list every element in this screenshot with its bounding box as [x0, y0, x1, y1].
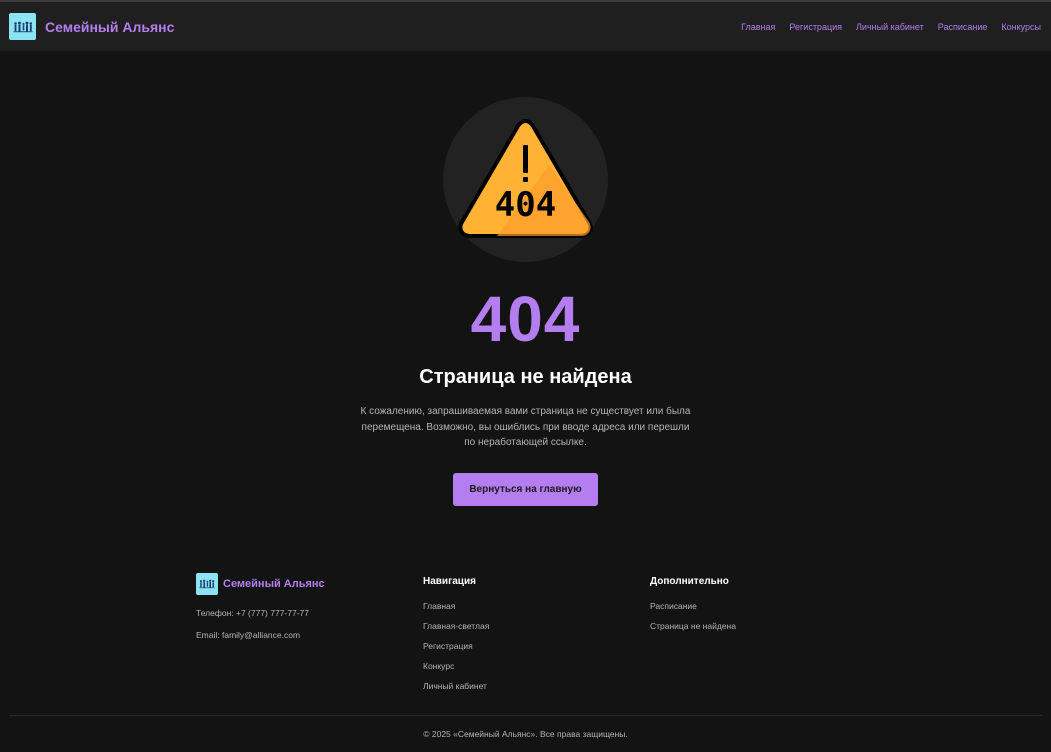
- footer-link-account[interactable]: Личный кабинет: [423, 681, 489, 701]
- brand-name[interactable]: Семейный Альянс: [45, 19, 174, 35]
- footer-extra-column: Дополнительно Расписание Страница не най…: [650, 576, 736, 641]
- footer-logo[interactable]: [196, 573, 218, 595]
- family-icon: [199, 579, 215, 589]
- footer-extra-title: Дополнительно: [650, 576, 729, 587]
- footer-phone: Телефон: +7 (777) 777-77-77: [196, 608, 309, 618]
- footer-divider: [9, 715, 1042, 716]
- footer-link-registration[interactable]: Регистрация: [423, 641, 489, 661]
- nav-link-schedule[interactable]: Расписание: [938, 22, 988, 32]
- main-nav: Главная Регистрация Личный кабинет Распи…: [741, 22, 1041, 32]
- footer-link-home[interactable]: Главная: [423, 601, 489, 621]
- logo[interactable]: [9, 13, 36, 40]
- copyright: © 2025 «Семейный Альянс». Все права защи…: [423, 729, 628, 739]
- footer-nav-title: Навигация: [423, 576, 476, 587]
- footer-link-schedule[interactable]: Расписание: [650, 601, 736, 621]
- error-description: К сожалению, запрашиваемая вами страница…: [360, 406, 691, 448]
- nav-link-account[interactable]: Личный кабинет: [856, 22, 924, 32]
- nav-link-home[interactable]: Главная: [741, 22, 775, 32]
- back-home-button[interactable]: Вернуться на главную: [453, 473, 598, 506]
- footer-link-home-light[interactable]: Главная-светлая: [423, 621, 489, 641]
- error-illustration: 404: [443, 97, 608, 262]
- footer-link-not-found[interactable]: Страница не найдена: [650, 621, 736, 641]
- warning-404-icon: 404: [458, 119, 593, 238]
- error-title: Страница не найдена: [419, 366, 632, 388]
- site-header: Семейный Альянс Главная Регистрация Личн…: [0, 0, 1051, 51]
- family-icon: [13, 21, 32, 32]
- footer-email: Email: family@alliance.com: [196, 630, 301, 640]
- footer-nav-column: Навигация Главная Главная-светлая Регист…: [423, 576, 489, 701]
- error-code: 404: [470, 283, 581, 355]
- warning-404-text: 404: [495, 185, 556, 225]
- footer-brand-name: Семейный Альянс: [223, 578, 325, 590]
- nav-link-contests[interactable]: Конкурсы: [1001, 22, 1041, 32]
- footer-link-contest[interactable]: Конкурс: [423, 661, 489, 681]
- nav-link-registration[interactable]: Регистрация: [789, 22, 842, 32]
